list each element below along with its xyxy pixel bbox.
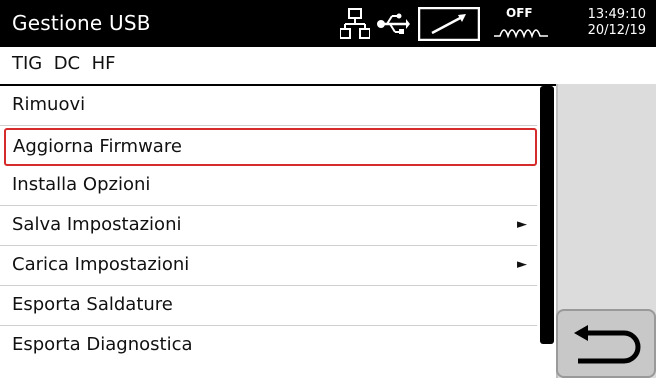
menu-item-label: Installa Opzioni xyxy=(12,174,151,195)
menu-item-salva-impostazioni[interactable]: Salva Impostazioni ► xyxy=(0,206,537,246)
clock: 13:49:10 20/12/19 xyxy=(588,7,646,39)
remote-control-icon xyxy=(418,7,480,41)
menu-item-label: Esporta Saldature xyxy=(12,294,173,315)
menu-item-rimuovi[interactable]: Rimuovi xyxy=(0,86,537,126)
process-mode-line: TIG DC HF xyxy=(0,47,656,86)
menu-item-esporta-diagnostica[interactable]: Esporta Diagnostica xyxy=(0,326,537,366)
title-bar: Gestione USB OFF 13:49:10 20/12/19 xyxy=(0,0,656,47)
scrollbar-thumb[interactable] xyxy=(540,86,554,344)
back-button[interactable] xyxy=(556,309,656,378)
submenu-arrow-icon: ► xyxy=(517,217,527,232)
usb-icon xyxy=(377,13,410,34)
time-label: 13:49:10 xyxy=(587,7,646,22)
menu-item-installa-opzioni[interactable]: Installa Opzioni xyxy=(0,166,537,206)
menu-item-aggiorna-firmware[interactable]: Aggiorna Firmware xyxy=(4,128,537,166)
menu-item-label: Aggiorna Firmware xyxy=(13,136,182,157)
network-icon xyxy=(340,8,370,39)
menu-item-esporta-saldature[interactable]: Esporta Saldature xyxy=(0,286,537,326)
submenu-arrow-icon: ► xyxy=(517,257,527,272)
process-mode-label: TIG DC HF xyxy=(12,53,116,74)
date-label: 20/12/19 xyxy=(587,23,646,38)
off-label: OFF xyxy=(506,6,533,20)
return-arrow-icon xyxy=(574,325,641,364)
menu-item-label: Esporta Diagnostica xyxy=(12,334,193,355)
menu-item-label: Salva Impostazioni xyxy=(12,214,182,235)
menu-item-label: Rimuovi xyxy=(12,94,86,115)
screen-title: Gestione USB xyxy=(12,11,151,35)
menu-item-carica-impostazioni[interactable]: Carica Impostazioni ► xyxy=(0,246,537,286)
usb-menu-list: Rimuovi Aggiorna Firmware Installa Opzio… xyxy=(0,86,537,366)
menu-item-label: Carica Impostazioni xyxy=(12,254,190,275)
off-welding-icon: OFF xyxy=(492,6,554,42)
